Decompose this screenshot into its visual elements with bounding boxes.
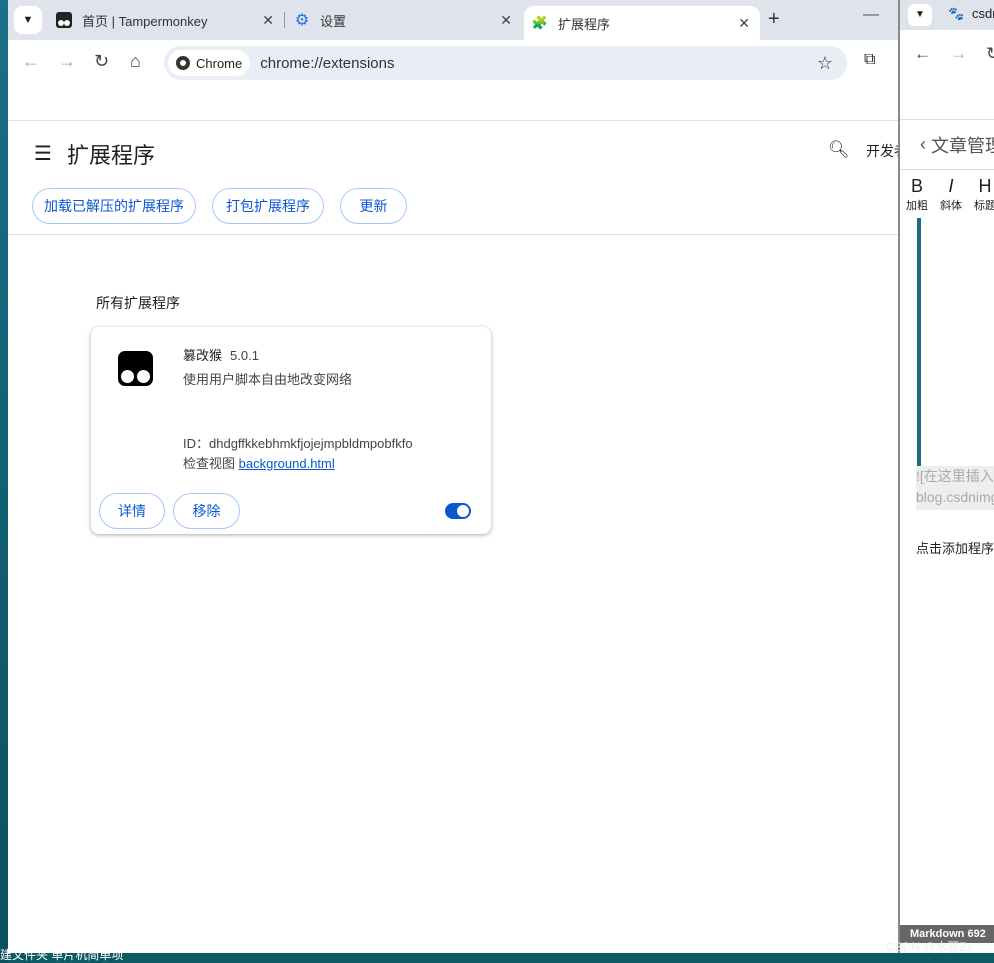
format-toolbar: B 加粗 I 斜体 H 标题 xyxy=(900,170,994,218)
article-manage-back[interactable]: ‹ 文章管理 xyxy=(900,120,994,170)
minimize-button[interactable]: — xyxy=(863,6,879,24)
url-text[interactable]: chrome://extensions xyxy=(260,55,394,72)
back-button[interactable]: ← xyxy=(914,44,931,64)
tab-divider xyxy=(284,12,285,28)
gear-icon: ⚙ xyxy=(294,12,310,29)
extension-name: 篡改猴 xyxy=(183,348,223,363)
chrome-window: ▼ 首页 | Tampermonkey ✕ ⚙ 设置 ✕ 🧩 扩展程序 ✕ + … xyxy=(8,0,936,953)
tab-label: 扩展程序 xyxy=(558,16,611,32)
load-unpacked-button[interactable]: 加载已解压的扩展程序 xyxy=(32,188,196,224)
toolbar: ← → ↻ ⌂ Chrome chrome://extensions ☆ ⧉ xyxy=(8,40,898,85)
pasted-screenshot-thumbnail xyxy=(917,218,994,466)
tab-tampermonkey[interactable]: 首页 | Tampermonkey ✕ xyxy=(56,0,284,40)
address-bar[interactable]: Chrome chrome://extensions ☆ xyxy=(164,46,847,80)
close-tab-icon[interactable]: ✕ xyxy=(738,15,750,32)
chip-label: Chrome xyxy=(196,55,243,71)
back-button[interactable]: ← xyxy=(22,51,40,72)
background-page-link[interactable]: background.html xyxy=(239,456,335,471)
update-button[interactable]: 更新 xyxy=(340,188,407,224)
editor-text[interactable]: 点击添加程序 xyxy=(916,538,994,557)
tab-label: 首页 | Tampermonkey xyxy=(82,13,208,29)
new-tab-button[interactable]: + xyxy=(768,8,780,31)
section-heading: 所有扩展程序 xyxy=(96,295,180,311)
close-tab-icon[interactable]: ✕ xyxy=(262,12,274,29)
forward-button[interactable]: → xyxy=(950,44,967,64)
search-icon[interactable]: 🔍︎ xyxy=(828,140,850,160)
tab-settings[interactable]: ⚙ 设置 ✕ xyxy=(294,0,522,40)
inspect-views-label: 检查视图 xyxy=(183,456,236,471)
extension-version: 5.0.1 xyxy=(230,348,259,363)
chevron-left-icon: ‹ xyxy=(920,134,931,154)
tampermonkey-logo-icon xyxy=(118,351,153,386)
page-title: 扩展程序 xyxy=(67,143,156,168)
close-tab-icon[interactable]: ✕ xyxy=(500,12,512,29)
tab-search-button[interactable]: ▼ xyxy=(14,6,42,34)
csdn-browser-window: ▼ 🐾 csdn ← → ↻ ‹ 文章管理 B加粗 I斜体 H标题 ![在这里插入图… xyxy=(898,0,994,953)
csdn-tab-strip: ▼ 🐾 csdn xyxy=(900,0,994,30)
tampermonkey-icon xyxy=(56,12,72,28)
tab-strip: ▼ 首页 | Tampermonkey ✕ ⚙ 设置 ✕ 🧩 扩展程序 ✕ + … xyxy=(8,0,898,40)
heading-button[interactable]: H 标题 xyxy=(972,176,994,213)
enable-toggle[interactable] xyxy=(445,503,471,519)
extensions-header: ☰ 扩展程序 🔍︎ 开发者模式 加载已解压的扩展程序 打包扩展程序 更新 xyxy=(8,120,936,235)
watermark: CSDN @水豚Zz xyxy=(886,940,973,954)
forward-button[interactable]: → xyxy=(58,51,76,72)
remove-button[interactable]: 移除 xyxy=(173,493,240,529)
chevron-down-icon[interactable]: ▼ xyxy=(908,4,932,26)
hamburger-menu-icon[interactable]: ☰ xyxy=(34,141,52,166)
article-manage-label: 文章管理 xyxy=(931,135,994,156)
extension-description: 使用用户脚本自由地改变网络 xyxy=(183,372,353,387)
extension-card: 篡改猴 5.0.1 使用用户脚本自由地改变网络 ID：dhdgffkkebhmkf… xyxy=(91,327,491,534)
site-info-chip[interactable]: Chrome xyxy=(168,50,251,76)
baidu-paw-icon: 🐾 xyxy=(948,6,965,21)
chrome-icon xyxy=(176,56,190,70)
bookmark-star-icon[interactable]: ☆ xyxy=(817,53,833,74)
details-button[interactable]: 详情 xyxy=(99,493,165,529)
tab-label: 设置 xyxy=(320,13,347,29)
desktop-strip xyxy=(0,0,8,963)
chevron-down-icon: ▼ xyxy=(22,14,34,26)
pack-extension-button[interactable]: 打包扩展程序 xyxy=(212,188,324,224)
extension-id: ID：dhdgffkkebhmkfjojejmpbldmpobfkfo xyxy=(183,436,413,451)
extensions-puzzle-icon[interactable]: ⧉ xyxy=(864,51,875,69)
tab-extensions[interactable]: 🧩 扩展程序 ✕ xyxy=(524,6,760,40)
bold-button[interactable]: B 加粗 xyxy=(904,176,930,213)
csdn-tab-label[interactable]: csdn xyxy=(972,6,994,21)
home-button[interactable]: ⌂ xyxy=(130,51,141,72)
reload-button[interactable]: ↻ xyxy=(986,44,994,64)
italic-button[interactable]: I 斜体 xyxy=(938,176,964,213)
image-markdown-text[interactable]: ![在这里插入图片描述](https://img-blog.csdnimg.cn… xyxy=(916,466,994,510)
reload-button[interactable]: ↻ xyxy=(94,51,109,72)
puzzle-icon: 🧩 xyxy=(531,15,549,30)
